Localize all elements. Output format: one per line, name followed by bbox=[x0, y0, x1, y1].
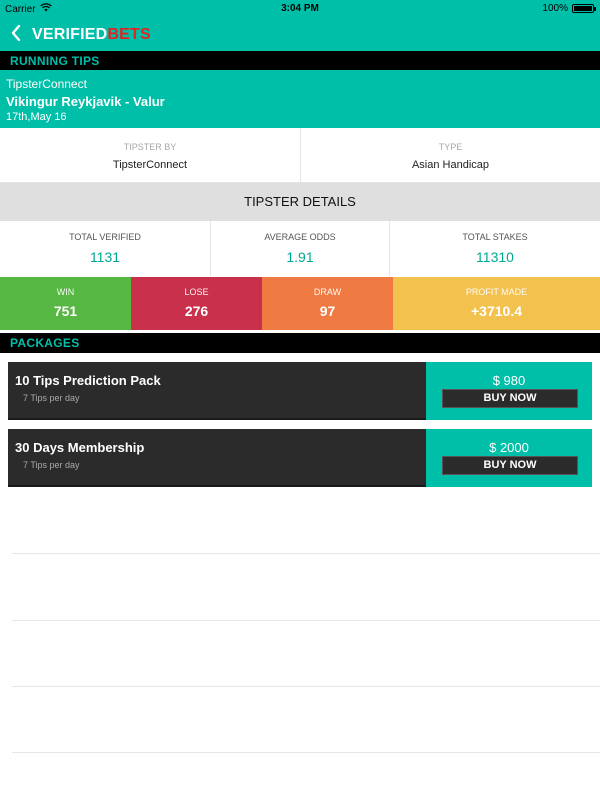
list-separator bbox=[12, 752, 600, 753]
result-lose: LOSE 276 bbox=[131, 277, 262, 330]
battery-icon bbox=[572, 4, 596, 13]
package-subtitle: 7 Tips per day bbox=[23, 460, 80, 470]
brand-logo: VERIFIEDBETS bbox=[32, 26, 151, 44]
result-value: 276 bbox=[184, 303, 209, 319]
packages-heading: PACKAGES bbox=[0, 333, 600, 353]
type-cell: TYPE Asian Handicap bbox=[301, 128, 600, 183]
package-subtitle: 7 Tips per day bbox=[23, 393, 80, 403]
brand-part-bets: BETS bbox=[107, 26, 151, 43]
package-card: 30 Days Membership 7 Tips per day $ 2000… bbox=[8, 429, 592, 487]
tipster-by-label: TIPSTER BY bbox=[123, 142, 177, 152]
list-separator bbox=[12, 686, 600, 687]
tip-match: Vikingur Reykjavik - Valur bbox=[6, 94, 165, 109]
result-draw: DRAW 97 bbox=[262, 277, 393, 330]
stat-total-verified: TOTAL VERIFIED 1131 bbox=[0, 221, 210, 276]
buy-now-button[interactable]: BUY NOW bbox=[442, 389, 578, 408]
package-price-box: $ 980 BUY NOW bbox=[426, 362, 592, 420]
buy-now-button[interactable]: BUY NOW bbox=[442, 456, 578, 475]
status-time: 3:04 PM bbox=[281, 3, 319, 14]
stat-label: TOTAL VERIFIED bbox=[69, 232, 141, 242]
results-row: WIN 751 LOSE 276 DRAW 97 PROFIT MADE +37… bbox=[0, 277, 600, 330]
stats-row: TOTAL VERIFIED 1131 AVERAGE ODDS 1.91 TO… bbox=[0, 221, 600, 276]
stat-total-stakes: TOTAL STAKES 11310 bbox=[390, 221, 600, 276]
package-name: 30 Days Membership bbox=[15, 440, 145, 455]
list-separator bbox=[12, 620, 600, 621]
stat-average-odds: AVERAGE ODDS 1.91 bbox=[211, 221, 389, 276]
result-profit-made: PROFIT MADE +3710.4 bbox=[393, 277, 600, 330]
package-name: 10 Tips Prediction Pack bbox=[15, 373, 161, 388]
stat-value: 1131 bbox=[89, 249, 121, 265]
result-value: 97 bbox=[319, 303, 336, 319]
status-right: 100% bbox=[542, 3, 596, 14]
result-label: PROFIT MADE bbox=[465, 287, 528, 297]
result-label: LOSE bbox=[184, 287, 209, 297]
tip-info-row: TIPSTER BY TipsterConnect TYPE Asian Han… bbox=[0, 128, 600, 183]
tipster-by-value: TipsterConnect bbox=[112, 159, 188, 171]
list-separator bbox=[12, 553, 600, 554]
running-tips-heading: RUNNING TIPS bbox=[0, 51, 600, 71]
type-label: TYPE bbox=[438, 142, 463, 152]
stat-label: AVERAGE ODDS bbox=[264, 232, 336, 242]
result-value: +3710.4 bbox=[471, 303, 522, 319]
battery-percent: 100% bbox=[542, 3, 568, 14]
running-tip-card[interactable]: TipsterConnect Vikingur Reykjavik - Valu… bbox=[0, 70, 600, 128]
nav-bar: VERIFIEDBETS bbox=[0, 17, 600, 51]
tipster-details-heading: TIPSTER DETAILS bbox=[0, 183, 600, 221]
stat-label: TOTAL STAKES bbox=[462, 232, 528, 242]
stat-value: 1.91 bbox=[286, 249, 314, 265]
tipster-by-cell: TIPSTER BY TipsterConnect bbox=[0, 128, 300, 183]
type-value: Asian Handicap bbox=[411, 159, 490, 171]
package-price: $ 2000 bbox=[489, 440, 529, 455]
result-label: WIN bbox=[56, 287, 75, 297]
brand-part-verified: VERIFIED bbox=[32, 26, 108, 43]
result-label: DRAW bbox=[313, 287, 342, 297]
result-value: 751 bbox=[53, 303, 78, 319]
result-win: WIN 751 bbox=[0, 277, 131, 330]
tip-date: 17th,May 16 bbox=[6, 111, 67, 123]
tip-tipster: TipsterConnect bbox=[6, 77, 87, 91]
status-bar: Carrier 3:04 PM 100% bbox=[0, 0, 600, 17]
back-arrow-icon[interactable] bbox=[6, 24, 26, 44]
stat-value: 11310 bbox=[476, 249, 514, 265]
package-card: 10 Tips Prediction Pack 7 Tips per day $… bbox=[8, 362, 592, 420]
package-price-box: $ 2000 BUY NOW bbox=[426, 429, 592, 487]
package-price: $ 980 bbox=[492, 373, 526, 388]
